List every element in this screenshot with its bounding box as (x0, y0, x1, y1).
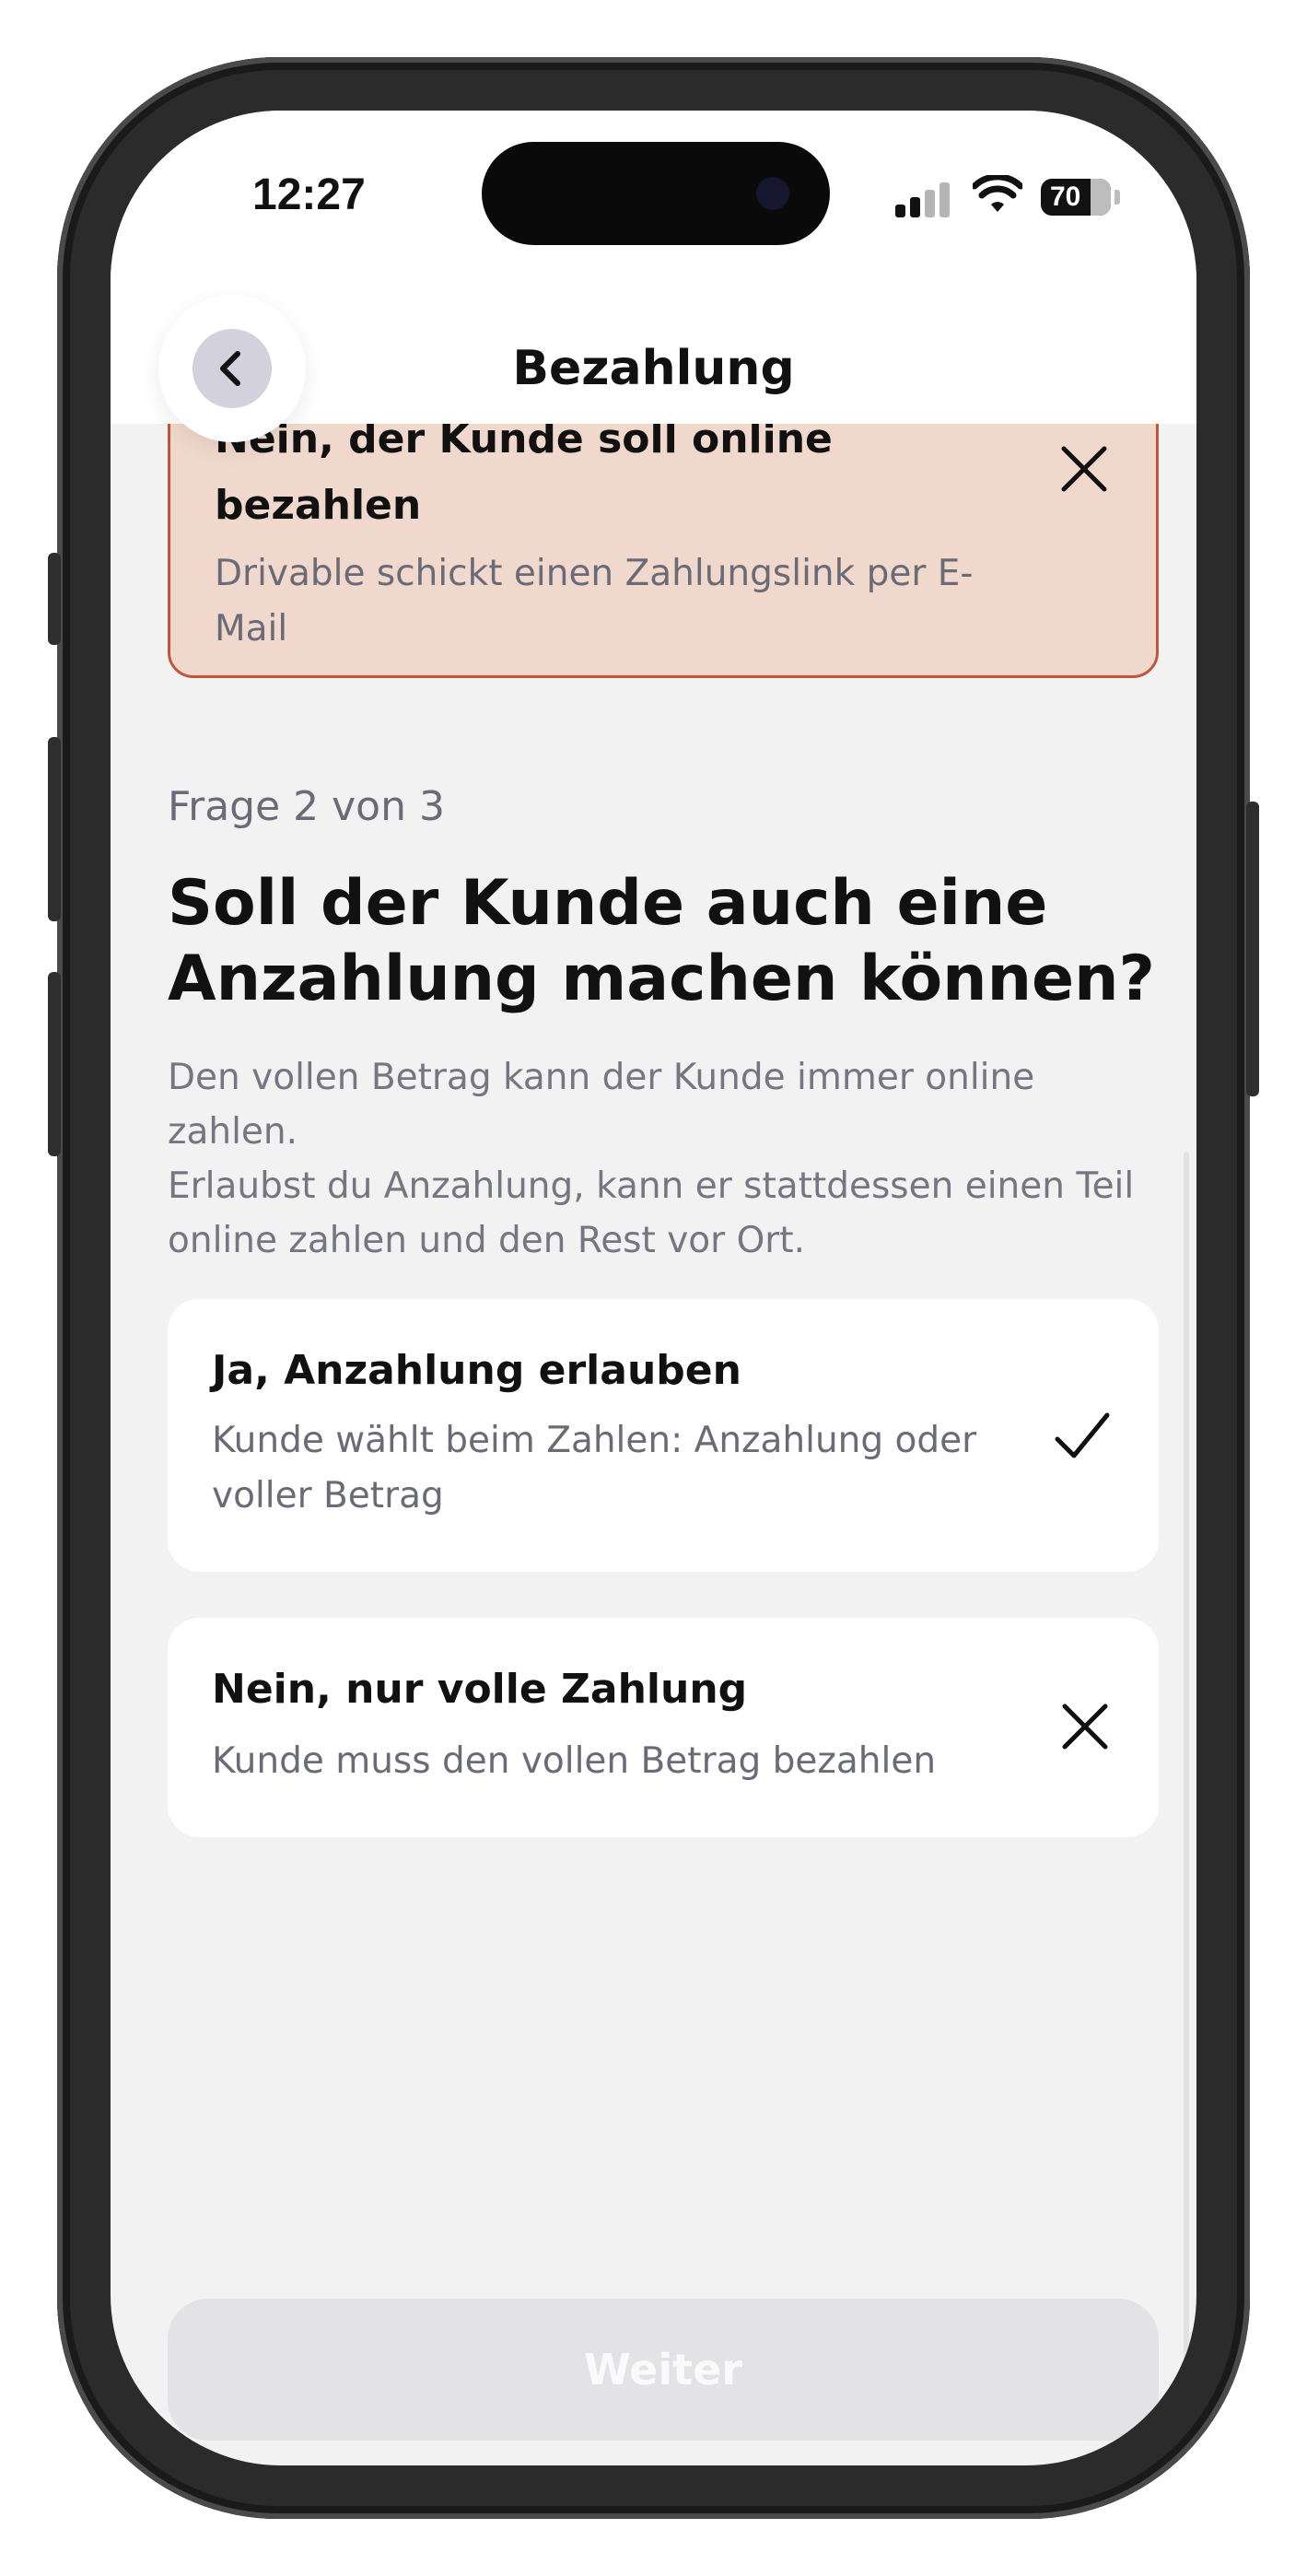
action-button (48, 553, 61, 645)
option-subtitle: Kunde muss den vollen Betrag bezahlen (212, 1740, 937, 1782)
option-title: Nein, nur volle Zahlung (212, 1666, 748, 1713)
question-title: Soll der Kunde auch eine Anzahlung mache… (168, 867, 1155, 1015)
page-title: Bezahlung (512, 341, 795, 396)
previous-answer-title: Nein, der Kunde soll online bezahlen (215, 424, 833, 529)
previous-answer-card[interactable]: Nein, der Kunde soll online bezahlen Dri… (168, 424, 1159, 678)
description-line-1: Den vollen Betrag kann der Kunde immer o… (168, 1057, 1035, 1153)
question-counter: Frage 2 von 3 (168, 783, 445, 830)
previous-answer-subtitle: Drivable schickt einen Zahlungslink per … (215, 553, 974, 650)
option-title: Ja, Anzahlung erlauben (212, 1347, 741, 1394)
battery-icon: 70 (1041, 179, 1111, 216)
option-subtitle: Kunde wählt beim Zahlen: Anzahlung oder … (212, 1420, 977, 1516)
option-allow-deposit[interactable]: Ja, Anzahlung erlauben Kunde wählt beim … (168, 1299, 1159, 1572)
next-button[interactable]: Weiter (168, 2299, 1159, 2441)
check-icon (1055, 1412, 1110, 1458)
cellular-signal-icon (895, 181, 951, 217)
scrollbar[interactable] (1184, 1152, 1189, 2441)
question-description: Den vollen Betrag kann der Kunde immer o… (168, 1050, 1144, 1268)
power-button (1246, 802, 1259, 1096)
description-line-2: Erlaubst du Anzahlung, kann er stattdess… (168, 1165, 1135, 1261)
wifi-icon (973, 175, 1022, 212)
close-icon (1061, 446, 1107, 492)
nav-header: Bezahlung (111, 295, 1196, 442)
phone-screen: 12:27 70 Bezahlung Nein, der Kunde soll … (111, 111, 1196, 2465)
battery-tip (1114, 190, 1120, 205)
status-time: 12:27 (252, 170, 366, 219)
battery-level: 70 (1050, 181, 1081, 212)
dynamic-island (482, 142, 830, 245)
close-icon (1062, 1704, 1108, 1750)
content-area: Nein, der Kunde soll online bezahlen Dri… (111, 424, 1196, 2465)
option-full-payment-only[interactable]: Nein, nur volle Zahlung Kunde muss den v… (168, 1618, 1159, 1837)
camera-icon (756, 177, 789, 210)
volume-down-button (48, 972, 61, 1156)
volume-up-button (48, 737, 61, 921)
